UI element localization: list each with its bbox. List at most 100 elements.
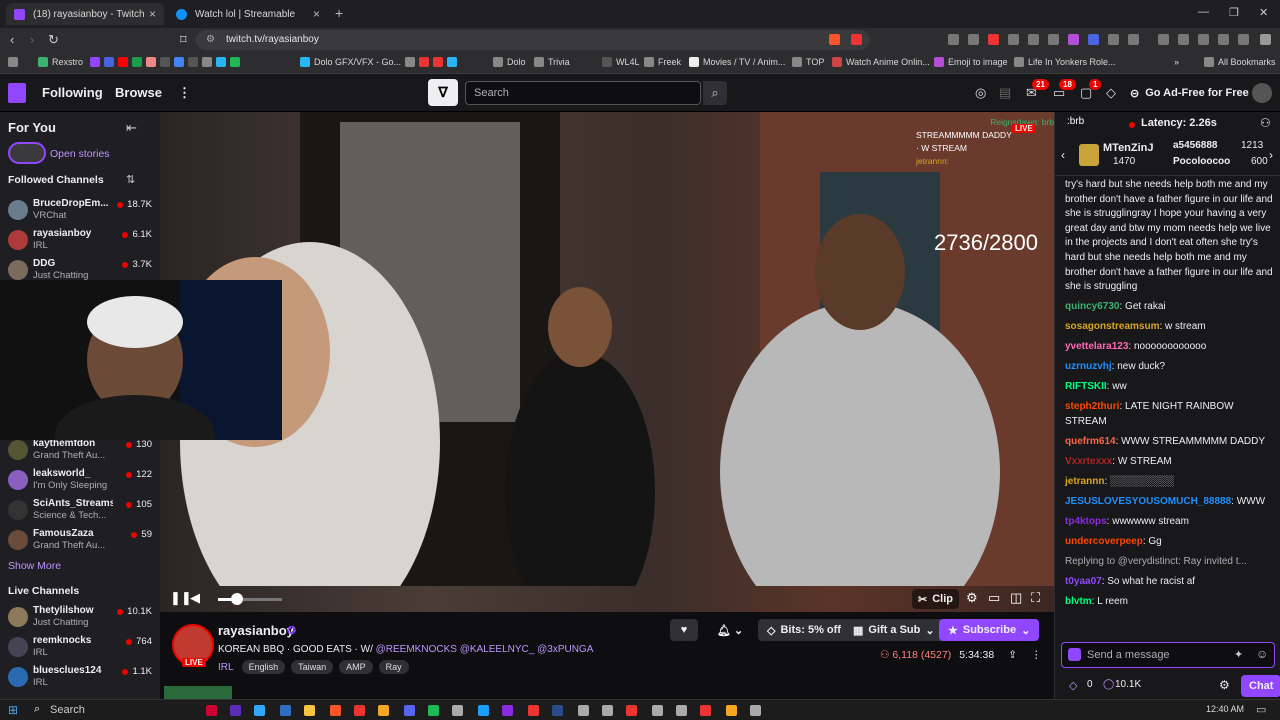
- users-icon[interactable]: ⚇: [1260, 116, 1271, 130]
- show-more-link[interactable]: Show More: [8, 560, 61, 572]
- bookmark-dolo-gfx[interactable]: Dolo GFX/VFX - Go...: [300, 57, 401, 67]
- sidebar-channel[interactable]: FamousZaza Grand Theft Au... 59: [8, 526, 154, 554]
- extension-icon[interactable]: [988, 34, 999, 45]
- chat-username[interactable]: quincy6730: [1065, 301, 1119, 312]
- taskbar-search-icon[interactable]: ⌕: [34, 703, 40, 716]
- sidebar-channel[interactable]: BruceDropEm... VRChat 18.7K: [8, 196, 154, 224]
- chat-username[interactable]: undercoverpeep: [1065, 536, 1143, 547]
- taskbar-app-icon[interactable]: [452, 705, 463, 716]
- user-avatar[interactable]: [1252, 83, 1272, 103]
- emote-picker-icon[interactable]: ☺: [1256, 647, 1268, 661]
- extension-icon[interactable]: [1108, 34, 1119, 45]
- activity-icon[interactable]: ◎: [975, 85, 986, 101]
- bits-cheer-icon[interactable]: ✦: [1234, 648, 1243, 661]
- taskbar-app-icon[interactable]: [676, 705, 687, 716]
- back-icon[interactable]: ‹: [10, 32, 14, 47]
- gift-sub-button[interactable]: ▦ Gift a Sub ⌄: [844, 619, 944, 641]
- chevron-left-icon[interactable]: ‹: [1061, 148, 1065, 162]
- chat-username[interactable]: Vxxrtexxx: [1065, 456, 1112, 467]
- bits-button[interactable]: ◇ Bits: 5% off: [758, 619, 850, 641]
- bookmark-yonkers[interactable]: Life In Yonkers Role...: [1014, 57, 1116, 67]
- address-bar[interactable]: ⚙ twitch.tv/rayasianboy: [196, 30, 870, 50]
- chat-username[interactable]: blvtm: [1065, 596, 1092, 607]
- sidebar-icon[interactable]: [1178, 34, 1189, 45]
- new-tab-icon[interactable]: +: [335, 5, 343, 21]
- chat-username[interactable]: JESUSLOVESYOUSOMUCH_88888: [1065, 496, 1231, 507]
- collapse-sidebar-icon[interactable]: ⇤: [126, 120, 137, 136]
- forward-icon[interactable]: ›: [30, 32, 34, 47]
- brave-rewards-icon[interactable]: [851, 34, 862, 45]
- site-info-icon[interactable]: ⚙: [206, 34, 215, 45]
- extension-icon[interactable]: [948, 34, 959, 45]
- follow-heart-button[interactable]: ♥: [670, 619, 698, 641]
- fullscreen-icon[interactable]: ⛶: [1031, 590, 1040, 606]
- close-tab-icon[interactable]: ×: [149, 7, 156, 21]
- browse-link[interactable]: Browse: [115, 85, 162, 100]
- wallet-icon[interactable]: [1218, 34, 1229, 45]
- stats-icon[interactable]: ▤: [999, 85, 1011, 101]
- taskbar-app-icon[interactable]: [626, 705, 637, 716]
- taskbar-app-icon[interactable]: [502, 705, 513, 716]
- taskbar-app-icon[interactable]: [378, 705, 389, 716]
- share-icon[interactable]: ⇪: [1008, 649, 1017, 661]
- taskbar-app-icon[interactable]: [602, 705, 613, 716]
- volume-slider[interactable]: [218, 593, 282, 605]
- chat-username[interactable]: quefrm614: [1065, 436, 1116, 447]
- taskbar-app-icon[interactable]: [230, 705, 241, 716]
- tag-chip[interactable]: AMP: [339, 660, 373, 674]
- chat-username[interactable]: steph2thuri: [1065, 401, 1119, 412]
- taskbar-app-icon[interactable]: [304, 705, 315, 716]
- pause-icon[interactable]: ❚❚: [170, 590, 192, 606]
- bookmark-rexstro[interactable]: Rexstro: [38, 57, 83, 67]
- sidebar-channel[interactable]: Thetylilshow Just Chatting 10.1K: [8, 603, 154, 631]
- twitch-logo-icon[interactable]: [8, 83, 26, 103]
- extension-icon[interactable]: [1028, 34, 1039, 45]
- bookmark-icon[interactable]: ⌑: [180, 32, 187, 48]
- notifications-bell-button[interactable]: 🔔︎ ⌄: [708, 619, 752, 641]
- notification-center-icon[interactable]: ▭: [1256, 703, 1266, 716]
- clip-button[interactable]: ✂ Clip: [912, 589, 959, 609]
- taskbar-app-icon[interactable]: [578, 705, 589, 716]
- maximize-icon[interactable]: ❐: [1229, 6, 1239, 19]
- taskbar-app-icon[interactable]: [700, 705, 711, 716]
- sidebar-channel[interactable]: leaksworld_ I'm Only Sleeping 122: [8, 466, 154, 494]
- close-tab-icon[interactable]: ×: [313, 7, 320, 21]
- chevron-right-icon[interactable]: ›: [1269, 148, 1273, 162]
- bookmark-misc-icons[interactable]: [405, 57, 461, 67]
- volume-icon[interactable]: ◀: [190, 590, 200, 606]
- side-panel-icon[interactable]: ◫: [1010, 590, 1022, 606]
- settings-icon[interactable]: ⚙: [966, 590, 978, 606]
- go-adfree-button[interactable]: ⊝ Go Ad-Free for Free: [1130, 82, 1249, 104]
- theatre-mode-icon[interactable]: ▭: [988, 590, 1000, 606]
- taskbar-app-icon[interactable]: [206, 705, 217, 716]
- sidebar-channel[interactable]: bluesclues124 IRL 1.1K: [8, 663, 154, 691]
- chat-username[interactable]: jetrannn: [1065, 476, 1104, 487]
- channel-points-icon[interactable]: ◯: [1103, 679, 1114, 690]
- chat-input[interactable]: Send a message ✦ ☺: [1061, 642, 1275, 668]
- search-icon[interactable]: ⌕: [703, 81, 727, 105]
- apps-icon[interactable]: [8, 57, 22, 67]
- minimize-icon[interactable]: —: [1198, 6, 1209, 18]
- more-menu-icon[interactable]: ⋮: [178, 85, 191, 101]
- brave-shield-icon[interactable]: [829, 34, 840, 45]
- taskbar-app-icon[interactable]: [280, 705, 291, 716]
- sort-icon[interactable]: ⇅: [126, 173, 135, 186]
- taskbar-app-icon[interactable]: [478, 705, 489, 716]
- extension-icon[interactable]: [1008, 34, 1019, 45]
- media-icon[interactable]: [1158, 34, 1169, 45]
- extension-icon[interactable]: [1048, 34, 1059, 45]
- video-player[interactable]: Reignsdawg: brb STREAMMMMM DADDY · W STR…: [160, 112, 1054, 612]
- all-bookmarks[interactable]: All Bookmarks: [1204, 57, 1276, 67]
- browser-tab-streamable[interactable]: Watch lol | Streamable ×: [168, 3, 328, 25]
- browser-tab-twitch[interactable]: (18) rayasianboy - Twitch ×: [6, 3, 164, 25]
- extension-icon[interactable]: [1068, 34, 1079, 45]
- more-options-icon[interactable]: ⋮: [1031, 649, 1042, 661]
- bookmark-top[interactable]: TOP: [792, 57, 824, 67]
- chat-username[interactable]: uzrnuzvhj: [1065, 361, 1112, 372]
- chat-send-button[interactable]: Chat: [1241, 675, 1280, 697]
- sidebar-channel[interactable]: SciAnts_Streams Science & Tech... 105: [8, 496, 154, 524]
- sidebar-channel[interactable]: reemknocks IRL 764: [8, 633, 154, 661]
- search-input[interactable]: Search: [465, 81, 701, 105]
- reload-icon[interactable]: ↻: [48, 32, 59, 48]
- extension-icon[interactable]: [968, 34, 979, 45]
